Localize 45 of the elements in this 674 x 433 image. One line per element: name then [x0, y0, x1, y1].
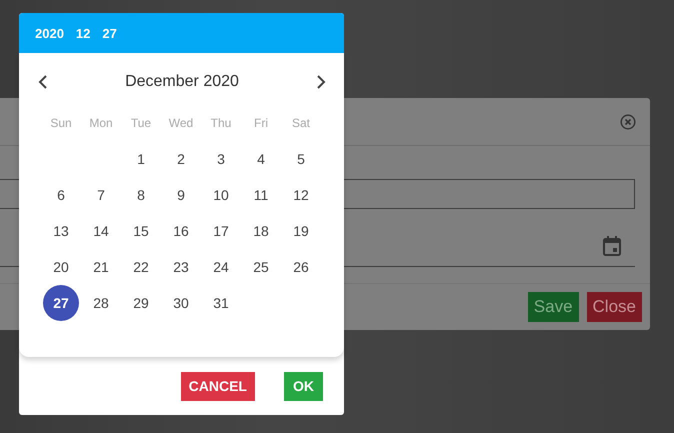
- weekday-label: Sat: [290, 115, 311, 132]
- day-cell[interactable]: 7: [83, 177, 119, 213]
- day-cell[interactable]: 27: [43, 285, 79, 321]
- day-cell[interactable]: 29: [123, 285, 159, 321]
- day-cell[interactable]: 23: [163, 249, 199, 285]
- day-cell[interactable]: 24: [203, 249, 239, 285]
- day-cell[interactable]: 12: [283, 177, 319, 213]
- day-cell[interactable]: 21: [83, 249, 119, 285]
- day-cell[interactable]: 13: [43, 213, 79, 249]
- day-cell[interactable]: 11: [243, 177, 279, 213]
- day-cell[interactable]: 9: [163, 177, 199, 213]
- day-cell[interactable]: 25: [243, 249, 279, 285]
- weekday-label: Thu: [210, 115, 232, 132]
- day-cell[interactable]: 17: [203, 213, 239, 249]
- day-cell[interactable]: 16: [163, 213, 199, 249]
- month-title: December 2020: [125, 73, 239, 91]
- day-cell[interactable]: 4: [243, 141, 279, 177]
- day-cell[interactable]: 8: [123, 177, 159, 213]
- day-cell[interactable]: 3: [203, 141, 239, 177]
- day-cell[interactable]: 15: [123, 213, 159, 249]
- day-cell[interactable]: 10: [203, 177, 239, 213]
- close-button[interactable]: Close: [586, 292, 642, 322]
- cancel-button[interactable]: CANCEL: [180, 372, 255, 400]
- weekday-label: Sun: [49, 115, 73, 132]
- day-cell[interactable]: 14: [83, 213, 119, 249]
- day-cell[interactable]: 20: [43, 249, 79, 285]
- day-cell[interactable]: 6: [43, 177, 79, 213]
- day-cell[interactable]: 22: [123, 249, 159, 285]
- day-cell[interactable]: 5: [283, 141, 319, 177]
- previous-month-icon[interactable]: [38, 75, 48, 89]
- day-cell[interactable]: 31: [203, 285, 239, 321]
- weekday-label: Mon: [88, 115, 114, 132]
- calendar-icon[interactable]: [603, 236, 621, 256]
- day-cell[interactable]: 28: [83, 285, 119, 321]
- day-cell[interactable]: 19: [283, 213, 319, 249]
- day-cell[interactable]: 2: [163, 141, 199, 177]
- weekday-label: Tue: [130, 115, 152, 132]
- day-cell[interactable]: 18: [243, 213, 279, 249]
- next-month-icon[interactable]: [316, 75, 326, 89]
- day-cell[interactable]: 1: [123, 141, 159, 177]
- day-cell[interactable]: 30: [163, 285, 199, 321]
- weekday-label: Wed: [168, 115, 194, 132]
- close-icon[interactable]: [620, 114, 636, 130]
- day-cell[interactable]: 26: [283, 249, 319, 285]
- weekday-label: Fri: [253, 115, 269, 132]
